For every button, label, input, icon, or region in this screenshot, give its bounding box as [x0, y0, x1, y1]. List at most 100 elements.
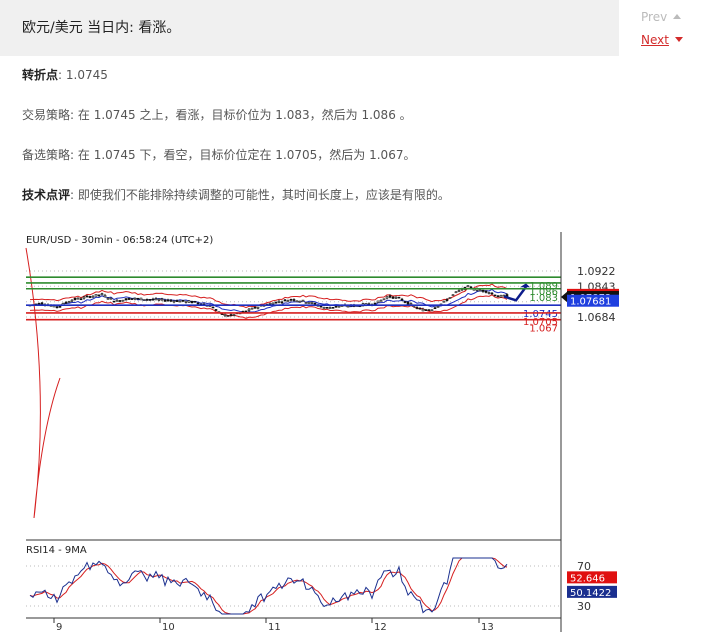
- candle-body: [58, 306, 62, 308]
- candle-body: [385, 296, 389, 299]
- chart-title: EUR/USD - 30min - 06:58:24 (UTC+2): [26, 235, 213, 246]
- candle-body: [91, 295, 95, 298]
- level-label: 1.083: [529, 293, 558, 304]
- candle-body: [283, 299, 287, 302]
- candle-body: [163, 299, 167, 302]
- candle-body: [280, 301, 284, 304]
- candle-body: [310, 301, 314, 304]
- candle-body: [130, 298, 134, 300]
- rsi-title: RSI14 - 9MA: [26, 545, 87, 556]
- candle-body: [325, 306, 329, 309]
- candle-body: [124, 298, 128, 301]
- candle-body: [331, 307, 335, 309]
- candle-body: [382, 298, 386, 301]
- candle-body: [289, 298, 293, 301]
- alternative-label: 备选策略: [22, 148, 71, 162]
- candle-body: [157, 299, 161, 301]
- candle-body: [64, 302, 68, 304]
- candle-body: [250, 307, 254, 310]
- candle-body: [304, 302, 308, 304]
- candle-body: [127, 298, 131, 300]
- time-label: 10: [162, 622, 175, 633]
- rsi-badge-label: 52.646: [570, 573, 605, 584]
- chevron-up-icon: [673, 14, 682, 19]
- candle-body: [187, 300, 191, 303]
- candle-body: [73, 298, 77, 301]
- candle-body: [457, 290, 461, 292]
- candle-body: [286, 300, 290, 302]
- candle-body: [484, 290, 488, 293]
- candle-body: [109, 297, 113, 300]
- candle-body: [403, 301, 407, 303]
- comment-label: 技术点评: [22, 188, 71, 202]
- candle-body: [388, 295, 392, 298]
- candle-body: [88, 296, 92, 298]
- candle-body: [184, 300, 188, 303]
- candle-body: [301, 299, 305, 302]
- time-label: 11: [268, 622, 281, 633]
- candle-body: [55, 306, 59, 309]
- candle-body: [211, 306, 215, 309]
- candle-body: [196, 302, 200, 305]
- candle-body: [454, 291, 458, 294]
- candle-body: [67, 301, 71, 303]
- candle-body: [244, 310, 248, 313]
- price-tick-label: 1.0684: [577, 311, 616, 324]
- candle-body: [253, 306, 257, 309]
- candle-body: [481, 289, 485, 292]
- candle-body: [394, 296, 398, 299]
- strategy-label: 交易策略: [22, 108, 71, 122]
- candle-body: [406, 301, 410, 305]
- candle-body: [100, 293, 104, 295]
- candle-body: [496, 295, 500, 298]
- strategy-text: : 在 1.0745 之上，看涨，目标价位为 1.083，然后为 1.086 。: [70, 108, 412, 122]
- header: 欧元/美元 当日内: 看涨。: [0, 0, 619, 56]
- candle-body: [136, 297, 140, 300]
- candle-body: [418, 307, 422, 310]
- candle-body: [256, 306, 260, 309]
- page-title: 欧元/美元 当日内: 看涨。: [22, 20, 181, 36]
- candle-body: [115, 300, 119, 302]
- candle-body: [442, 300, 446, 303]
- next-link[interactable]: Next: [641, 33, 683, 47]
- candle-body: [493, 294, 497, 297]
- candle-body: [76, 297, 80, 300]
- candle-body: [271, 302, 275, 305]
- candle-body: [490, 292, 494, 295]
- candle-body: [391, 296, 395, 299]
- candle-body: [121, 299, 125, 302]
- candle-body: [313, 302, 317, 305]
- prev-link[interactable]: Prev: [641, 10, 682, 24]
- candle-body: [307, 302, 311, 304]
- pager: Prev Next: [619, 0, 707, 56]
- candle-body: [172, 300, 176, 303]
- pivot-value: : 1.0745: [58, 68, 108, 82]
- candle-body: [226, 315, 230, 318]
- candle-body: [499, 295, 503, 298]
- rsi-badge-label: 50.1422: [570, 588, 611, 599]
- candle-body: [151, 298, 155, 301]
- candle-body: [478, 289, 482, 292]
- candle-body: [445, 299, 449, 301]
- candle-body: [94, 294, 98, 297]
- candle-body: [79, 298, 83, 301]
- candle-body: [139, 297, 143, 301]
- candle-body: [451, 294, 455, 296]
- candle-body: [319, 305, 323, 308]
- candle-body: [448, 297, 452, 299]
- candle-body: [397, 296, 401, 299]
- candle-body: [97, 294, 101, 297]
- candle-body: [178, 300, 182, 303]
- candle-body: [148, 299, 152, 301]
- rsi-tick-label: 70: [577, 560, 591, 573]
- candle-body: [214, 309, 218, 311]
- candle-body: [118, 300, 122, 302]
- candle-body: [181, 299, 185, 302]
- candle-body: [223, 314, 227, 316]
- candle-body: [346, 305, 350, 308]
- candle-body: [376, 300, 380, 303]
- candle-body: [232, 314, 236, 316]
- level-label: 1.067: [529, 324, 558, 335]
- candle-body: [466, 285, 470, 288]
- price-badge-label: 1.07681: [570, 297, 611, 308]
